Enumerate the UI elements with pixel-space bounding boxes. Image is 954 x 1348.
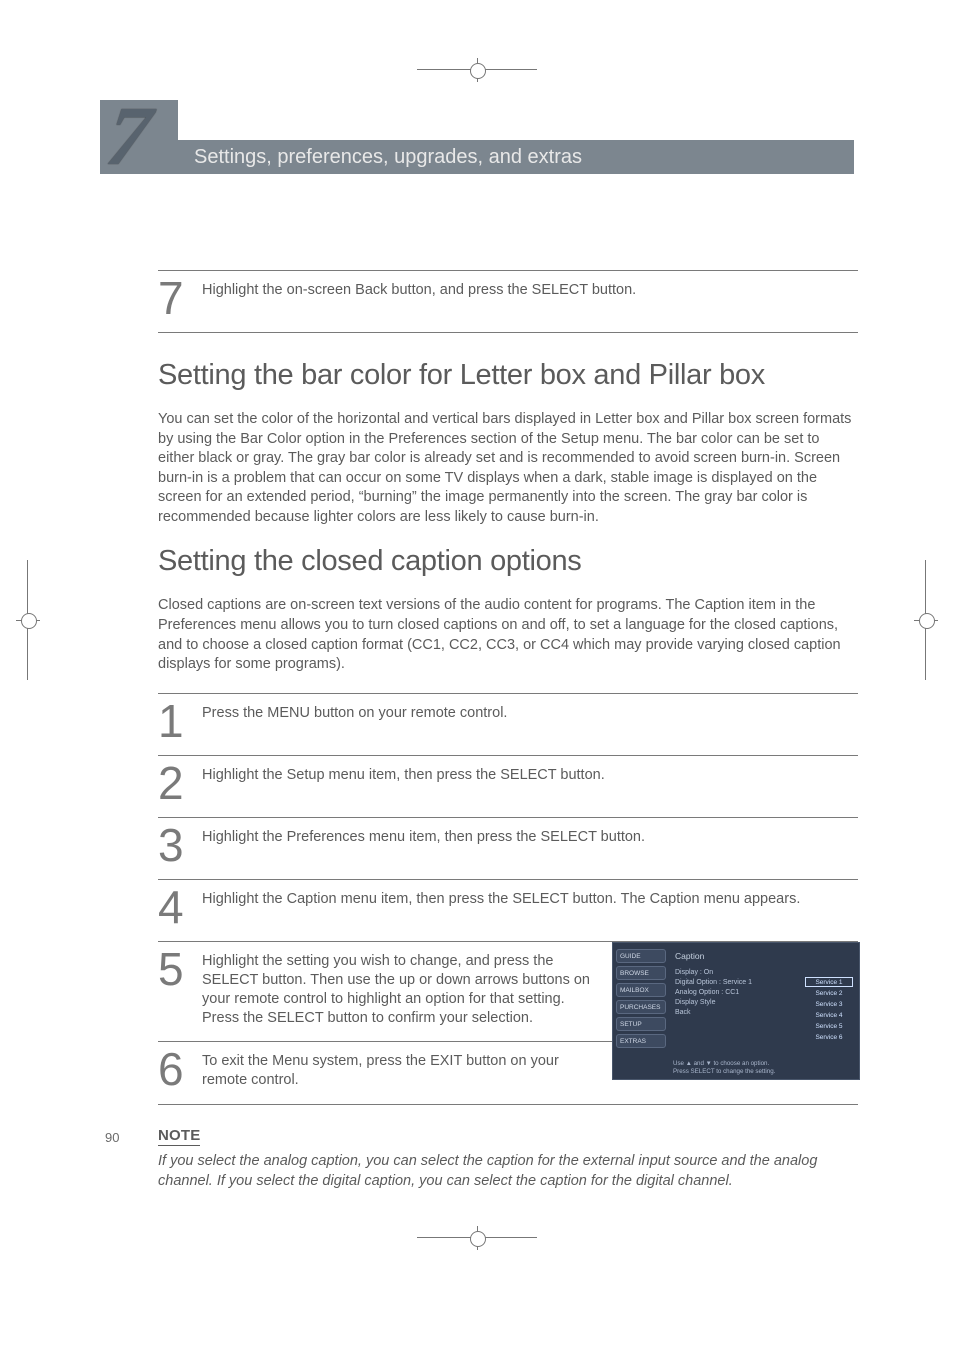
ui-option: Service 3 bbox=[805, 1000, 853, 1010]
step-text: Press the MENU button on your remote con… bbox=[202, 702, 507, 723]
step-number: 3 bbox=[158, 826, 192, 865]
chapter-subtitle: Settings, preferences, upgrades, and ext… bbox=[194, 146, 582, 169]
crop-mark-right bbox=[916, 560, 936, 680]
step-number: 5 bbox=[158, 950, 192, 989]
chapter-number: 7 bbox=[101, 88, 157, 185]
ui-tab: PURCHASES bbox=[616, 1000, 666, 1014]
step-row: 2 Highlight the Setup menu item, then pr… bbox=[158, 755, 858, 817]
step-text: Highlight the Preferences menu item, the… bbox=[202, 826, 645, 847]
step-row: 5 Highlight the setting you wish to chan… bbox=[158, 941, 858, 1041]
step-row: 4 Highlight the Caption menu item, then … bbox=[158, 879, 858, 941]
step-text: Highlight the Setup menu item, then pres… bbox=[202, 764, 605, 785]
step-row: 3 Highlight the Preferences menu item, t… bbox=[158, 817, 858, 879]
step-number: 2 bbox=[158, 764, 192, 803]
ui-row: Digital Option : Service 1 bbox=[675, 979, 752, 986]
note-text: If you select the analog caption, you ca… bbox=[158, 1152, 858, 1191]
step-number: 4 bbox=[158, 888, 192, 927]
step-number: 1 bbox=[158, 702, 192, 741]
step-row: 7 Highlight the on-screen Back button, a… bbox=[158, 270, 858, 333]
ui-row: Display : On bbox=[675, 969, 713, 976]
ui-hint-line: Use ▲ and ▼ to choose an option. bbox=[673, 1060, 769, 1067]
step-text: Highlight the setting you wish to change… bbox=[202, 950, 592, 1027]
crop-mark-left bbox=[18, 560, 38, 680]
ui-screenshot: GUIDE BROWSE MAILBOX PURCHASES SETUP EXT… bbox=[612, 942, 860, 1080]
step-number: 7 bbox=[158, 279, 192, 318]
note-label: NOTE bbox=[158, 1127, 200, 1146]
ui-option: Service 2 bbox=[805, 989, 853, 999]
step-number: 6 bbox=[158, 1050, 192, 1089]
ui-tab: MAILBOX bbox=[616, 983, 666, 997]
ui-option: Service 4 bbox=[805, 1011, 853, 1021]
chapter-subtitle-bar: Settings, preferences, upgrades, and ext… bbox=[178, 140, 854, 174]
section-body: You can set the color of the horizontal … bbox=[158, 410, 858, 527]
page-content: 7 Highlight the on-screen Back button, a… bbox=[158, 270, 858, 1191]
step-row: 1 Press the MENU button on your remote c… bbox=[158, 693, 858, 755]
step-text: To exit the Menu system, press the EXIT … bbox=[202, 1050, 592, 1090]
page-number: 90 bbox=[105, 1130, 119, 1145]
chapter-box: 7 bbox=[100, 100, 178, 174]
ui-row: Display Style bbox=[675, 999, 715, 1006]
crop-mark-top bbox=[417, 60, 537, 80]
ui-hint-line: Press SELECT to change the setting. bbox=[673, 1068, 775, 1075]
ui-option: Service 6 bbox=[805, 1033, 853, 1043]
section-title: Setting the closed caption options bbox=[158, 545, 858, 578]
section-title: Setting the bar color for Letter box and… bbox=[158, 359, 858, 392]
ui-option: Service 1 bbox=[805, 977, 853, 987]
section-body: Closed captions are on-screen text versi… bbox=[158, 596, 858, 674]
ui-panel-title: Caption bbox=[675, 951, 704, 961]
step-text: Highlight the Caption menu item, then pr… bbox=[202, 888, 800, 909]
ui-tab: SETUP bbox=[616, 1017, 666, 1031]
ui-tab: GUIDE bbox=[616, 949, 666, 963]
ui-row: Analog Option : CC1 bbox=[675, 989, 739, 996]
ui-hint: Use ▲ and ▼ to choose an option. Press S… bbox=[673, 1060, 853, 1075]
step-text: Highlight the on-screen Back button, and… bbox=[202, 279, 636, 300]
ui-tab: EXTRAS bbox=[616, 1034, 666, 1048]
crop-mark-bottom bbox=[417, 1228, 537, 1248]
ui-tab: BROWSE bbox=[616, 966, 666, 980]
ui-option: Service 5 bbox=[805, 1022, 853, 1032]
ui-row: Back bbox=[675, 1009, 691, 1016]
